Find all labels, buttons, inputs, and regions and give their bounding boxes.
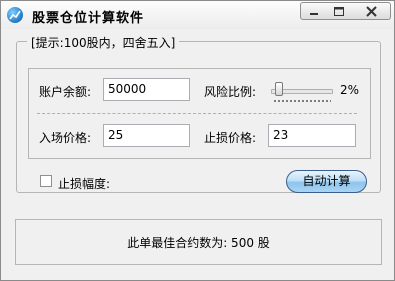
panel-divider [37,113,357,114]
risk-label: 风险比例: [204,85,257,99]
risk-value: 2% [340,83,360,97]
auto-calculate-button[interactable]: 自动计算 [286,170,367,193]
close-button[interactable] [352,2,391,20]
app-icon [7,7,23,23]
entry-price-input[interactable]: 25 [103,124,190,147]
title-bar[interactable]: 股票仓位计算软件 [1,1,394,29]
group-legend: [提示:100股内，四舍五入] [27,34,180,51]
stop-range-checkbox[interactable] [40,175,52,187]
stop-price-input[interactable]: 23 [268,124,356,147]
result-text: 此单最佳合约数为: 500 股 [127,236,270,250]
app-window: 股票仓位计算软件 [提示:100股内，四舍五入] 账户余额: 50000 风险比… [0,0,395,281]
close-icon [366,6,377,17]
balance-label: 账户余额: [39,85,92,99]
risk-slider-thumb[interactable] [275,82,283,96]
risk-slider-ticks [273,100,331,102]
maximize-icon [334,7,344,16]
stop-price-label: 止损价格: [204,131,257,145]
maximize-button[interactable] [326,2,353,20]
entry-price-label: 入场价格: [39,131,92,145]
trend-chart-icon [9,10,21,20]
minimize-button[interactable] [300,2,327,20]
stop-range-label: 止损幅度: [58,177,111,191]
window-title: 股票仓位计算软件 [32,11,145,26]
minimize-icon [310,13,318,15]
balance-input[interactable]: 50000 [103,78,190,101]
